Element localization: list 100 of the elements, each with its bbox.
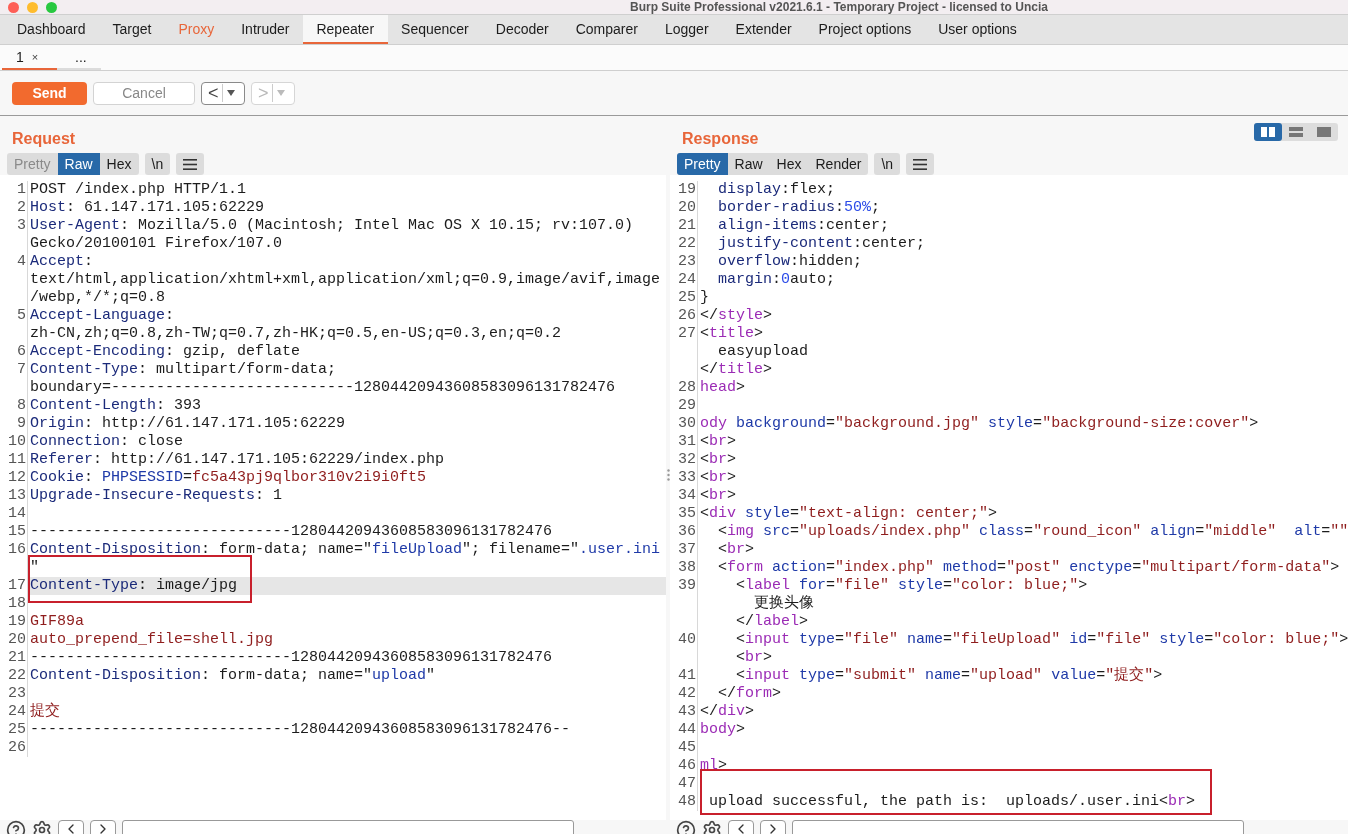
code-line: </label> (735, 613, 809, 631)
view-tab[interactable]: Pretty (677, 153, 728, 175)
line-number: 22 (678, 235, 696, 253)
code-line: </div> (699, 703, 755, 721)
help-icon[interactable] (6, 820, 26, 834)
code-line: GIF89a (29, 613, 84, 631)
line-number: 29 (678, 397, 696, 415)
main-tab[interactable]: Repeater (303, 15, 389, 44)
code-line: <label for="file" style="color: blue;"> (735, 577, 1088, 594)
main-tab[interactable]: Intruder (228, 15, 304, 44)
main-tab[interactable]: User options (925, 15, 1031, 44)
code-line: </style> (699, 307, 773, 325)
code-line: text/html,application/xhtml+xml,application/xml;q=0.9,image/avif,image (29, 271, 661, 289)
main-tab[interactable]: Logger (651, 15, 723, 44)
view-tab[interactable]: Raw (57, 153, 100, 175)
line-number: 27 (678, 325, 696, 343)
main-tab[interactable]: Decoder (482, 15, 563, 44)
code-line: body> (699, 721, 746, 739)
code-line: upload successful, the path is: uploads/.user.ini<br> (708, 793, 1196, 811)
view-tab[interactable]: Raw (727, 153, 770, 175)
code-line: User-Agent: Mozilla/5.0 (Macintosh; Intel Mac OS X 10.15; rv:107.0) (29, 217, 634, 235)
line-number: 43 (678, 703, 696, 721)
menu-icon (183, 158, 198, 170)
code-line: justify-content:center; (717, 235, 926, 253)
main-tab[interactable]: Extender (722, 15, 806, 44)
pane-title: Response (682, 130, 759, 149)
view-tab[interactable]: Hex (99, 153, 139, 175)
line-number: 41 (678, 667, 696, 685)
code-line: Cookie: PHPSESSID=fc5a43pj9qlbor310v2i9i0ft5 (29, 469, 427, 487)
line-number: 48 (678, 793, 696, 811)
code-line: Upgrade-Insecure-Requests: 1 (29, 487, 283, 505)
line-number: 6 (17, 343, 26, 361)
line-number: 36 (678, 523, 696, 541)
drag-handle-icon[interactable] (666, 469, 670, 481)
code-line: Origin: http://61.147.171.105:62229 (29, 415, 346, 433)
line-number: 45 (678, 739, 696, 757)
line-number: 18 (8, 595, 26, 613)
line-number: 37 (678, 541, 696, 559)
code-line: Host: 61.147.171.105:62229 (29, 199, 265, 217)
code-line: Content-Type: multipart/form-data; (29, 361, 337, 379)
code-line: <br> (699, 451, 737, 469)
main-tab[interactable]: Target (99, 15, 166, 44)
line-number: 32 (678, 451, 696, 469)
line-number: 34 (678, 487, 696, 505)
search-field[interactable] (122, 820, 574, 834)
code-line: <br> (699, 469, 737, 487)
code-line: border-radius:50%; (717, 199, 881, 217)
menu-button[interactable] (906, 153, 935, 175)
code-line: <br> (717, 541, 755, 559)
help-icon[interactable] (676, 820, 696, 834)
menu-button[interactable] (176, 153, 205, 175)
columns-layout-icon (1261, 127, 1275, 137)
search-field[interactable] (792, 820, 1244, 834)
code-line: -----------------------------12804420943608583096131782476 (29, 649, 553, 667)
line-number: 40 (678, 631, 696, 649)
main-tab[interactable]: Project options (805, 15, 926, 44)
line-number: 2 (17, 199, 26, 217)
code-line: <br> (735, 649, 773, 667)
cancel-button[interactable]: Cancel (93, 81, 195, 105)
line-number: 3 (17, 217, 26, 235)
code-line: <br> (699, 433, 737, 451)
previous-button[interactable] (728, 820, 754, 834)
line-number: 4 (17, 253, 26, 271)
code-line: Accept-Language: (29, 307, 175, 325)
newline-button[interactable]: \n (144, 153, 171, 175)
line-number: 12 (8, 469, 26, 487)
line-number: 1 (17, 181, 26, 199)
main-tab[interactable]: Sequencer (388, 15, 483, 44)
code-line: <input type="submit" name="upload" value="提交"> (735, 667, 1163, 685)
code-line: -----------------------------12804420943608583096131782476 (29, 523, 553, 541)
line-number: 24 (8, 703, 26, 721)
line-number: 25 (678, 289, 696, 307)
line-number: 26 (678, 307, 696, 325)
code-line: margin:0auto; (717, 271, 836, 289)
close-icon[interactable]: × (31, 50, 39, 63)
layout-button[interactable] (1254, 123, 1282, 141)
view-tab[interactable]: Render (808, 153, 869, 175)
main-tab[interactable]: Comparer (562, 15, 652, 44)
window-title: Burp Suite Professional v2021.6.1 - Temporary Project - licensed to Uncia (630, 0, 1048, 14)
code-line: head> (699, 379, 746, 397)
settings-icon[interactable] (702, 820, 722, 834)
code-line: <form action="index.php" method="post" enctype="multipart/form-data"> (717, 559, 1340, 577)
line-number: 15 (8, 523, 26, 541)
code-line: Accept: (29, 253, 94, 271)
settings-icon[interactable] (32, 820, 52, 834)
next-button[interactable] (90, 820, 116, 834)
code-line: 提交 (29, 703, 60, 721)
history-button[interactable]: < (201, 81, 245, 105)
next-button[interactable] (760, 820, 786, 834)
newline-button[interactable]: \n (874, 153, 901, 175)
code-line: /webp,*/*;q=0.8 (29, 289, 166, 307)
view-tab[interactable]: Hex (769, 153, 809, 175)
code-line: ody background="background.jpg" style="background-size:cover"> (699, 415, 1259, 433)
line-number: 31 (678, 433, 696, 451)
window-control-icon[interactable] (8, 1, 19, 13)
previous-button[interactable] (58, 820, 84, 834)
code-line: Referer: http://61.147.171.105:62229/index.php (29, 451, 445, 469)
line-number: 11 (8, 451, 26, 469)
line-number: 16 (8, 541, 26, 559)
main-tab[interactable]: Dashboard (4, 15, 100, 44)
